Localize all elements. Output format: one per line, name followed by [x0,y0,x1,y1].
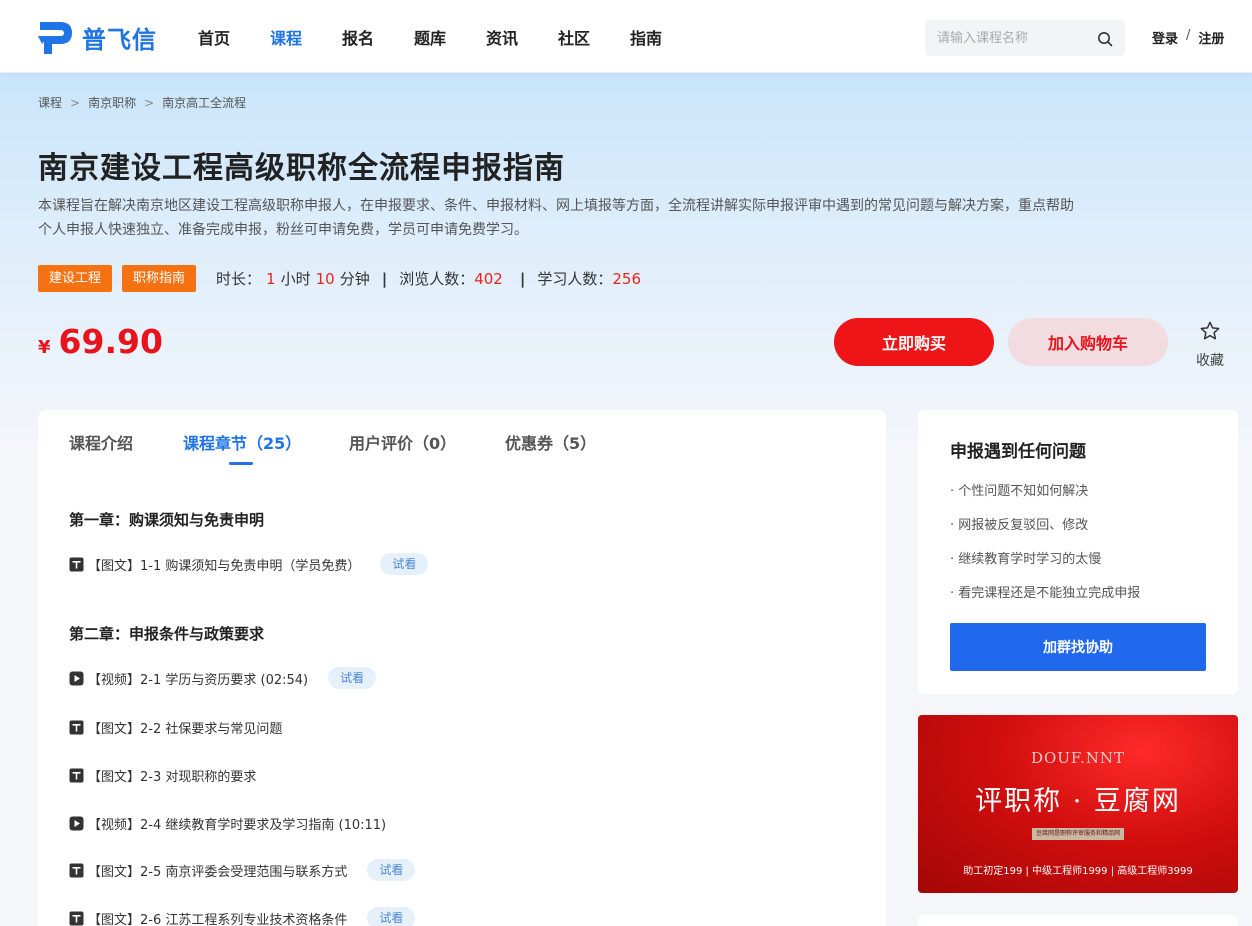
document-icon [69,768,84,783]
lesson-title: 【视频】2-4 继续教育学时要求及学习指南 (10:11) [88,818,387,833]
learners-label: 学习人数： [537,270,613,288]
promo-banner[interactable]: DOUF.NNT 评职称 · 豆腐网 豆腐网是职称评审服务和精品网 助工初定19… [918,715,1238,893]
duration-label: 时长： [216,270,262,288]
login-link[interactable]: 登录 [1152,28,1178,47]
course-description: 本课程旨在解决南京地区建设工程高级职称申报人，在申报要求、条件、申报材料、网上填… [38,198,1074,238]
currency-symbol: ¥ [38,337,51,358]
lesson-title: 【图文】1-1 购课须知与免责申明（学员免费） [88,558,361,574]
nav-courses[interactable]: 课程 [250,25,322,49]
stat-divider: | [381,269,388,288]
nav-registration[interactable]: 报名 [322,25,394,49]
favorite-button[interactable]: 收藏 [1188,320,1232,370]
favorite-label: 收藏 [1196,353,1224,369]
course-price: ¥ 69.90 [38,322,163,361]
breadcrumb-chevron-icon: > [144,95,155,110]
lesson-item[interactable]: 【视频】2-1 学历与资历要求 (02:54) 试看 [69,667,377,689]
tag-construction[interactable]: 建设工程 [38,265,113,292]
views-count: 402 [474,269,503,288]
join-group-button[interactable]: 加群找协助 [950,623,1206,671]
banner-subtitle: 豆腐网是职称评审服务和精品网 [1032,828,1124,840]
duration-hours: 1 [266,269,276,288]
help-item: · 继续教育学时学习的太慢 [950,552,1102,567]
top-navigation-bar: 普飞信 首页 课程 报名 题库 资讯 社区 指南 登录 / 注册 [0,0,1252,73]
help-card-title: 申报遇到任何问题 [950,442,1086,462]
tag-title-guide[interactable]: 职称指南 [122,265,197,292]
breadcrumb: 课程 > 南京职称 > 南京高工全流程 [38,94,246,111]
lesson-title: 【图文】2-5 南京评委会受理范围与联系方式 [88,864,348,880]
tab-chapters[interactable]: 课程章节（25） [183,430,349,466]
lesson-item[interactable]: 【图文】2-6 江苏工程系列专业技术资格条件 试看 [69,907,416,926]
buy-now-button[interactable]: 立即购买 [834,318,994,366]
course-content-card: 课程介绍 课程章节（25） 用户评价（0） 优惠券（5） 第一章：购课须知与免责… [38,410,886,926]
trial-badge[interactable]: 试看 [328,667,377,689]
learners-count: 256 [612,269,641,288]
help-item: · 网报被反复驳回、修改 [950,518,1089,533]
auth-links: 登录 / 注册 [1152,28,1224,47]
banner-title: 评职称 · 豆腐网 [975,786,1181,817]
brand-logo[interactable]: 普飞信 [38,18,157,56]
tab-reviews[interactable]: 用户评价（0） [349,430,505,466]
document-icon [69,557,84,571]
search-icon[interactable] [1097,31,1113,47]
document-icon [69,863,84,877]
brand-name: 普飞信 [82,25,157,54]
register-link[interactable]: 注册 [1198,28,1224,47]
lesson-item[interactable]: 【图文】2-5 南京评委会受理范围与联系方式 试看 [69,859,416,881]
add-to-cart-button[interactable]: 加入购物车 [1008,318,1168,366]
lesson-title: 【视频】2-1 学历与资历要求 (02:54) [88,672,309,688]
lesson-item[interactable]: 【图文】2-3 对现职称的要求 [69,766,256,785]
tab-coupons[interactable]: 优惠券（5） [505,430,596,466]
price-value: 69.90 [58,322,163,361]
main-nav: 首页 课程 报名 题库 资讯 社区 指南 [178,0,682,73]
duration-minutes: 10 [315,269,335,288]
breadcrumb-current: 南京高工全流程 [162,96,247,110]
lesson-item[interactable]: 【视频】2-4 继续教育学时要求及学习指南 (10:11) [69,814,386,833]
search-box [925,20,1125,56]
trial-badge[interactable]: 试看 [380,553,429,575]
breadcrumb-nanjing-title[interactable]: 南京职称 [88,94,136,111]
lesson-item[interactable]: 【图文】1-1 购课须知与免责申明（学员免费） 试看 [69,553,429,575]
logo-icon [38,22,72,54]
banner-english-title: DOUF.NNT [1030,749,1126,767]
sidebar-next-card [918,915,1238,926]
lesson-item[interactable]: 【图文】2-2 社保要求与常见问题 [69,718,282,737]
lesson-title: 【图文】2-3 对现职称的要求 [88,770,257,785]
breadcrumb-chevron-icon: > [70,95,81,110]
minutes-unit: 分钟 [339,270,370,288]
chapter-title: 第二章：申报条件与政策要求 [69,625,265,643]
trial-badge[interactable]: 试看 [367,907,416,926]
breadcrumb-courses[interactable]: 课程 [38,94,62,111]
nav-question-bank[interactable]: 题库 [394,25,466,49]
video-play-icon [69,671,84,685]
nav-community[interactable]: 社区 [538,25,610,49]
auth-separator: / [1186,28,1191,43]
course-hero-background [0,73,1252,453]
help-item: · 看完课程还是不能独立完成申报 [950,586,1141,601]
nav-guide[interactable]: 指南 [610,25,682,49]
document-icon [69,911,84,925]
nav-home[interactable]: 首页 [178,25,250,49]
banner-prices: 助工初定199 | 中级工程师1999 | 高级工程师3999 [963,866,1193,877]
search-input[interactable] [925,20,1090,56]
tab-introduction[interactable]: 课程介绍 [69,430,183,466]
course-title: 南京建设工程高级职称全流程申报指南 [38,151,565,186]
lesson-title: 【图文】2-6 江苏工程系列专业技术资格条件 [88,912,348,926]
views-label: 浏览人数： [399,270,475,288]
stat-divider: | [519,269,526,288]
video-play-icon [69,816,84,831]
hours-unit: 小时 [280,270,311,288]
course-tabs: 课程介绍 课程章节（25） 用户评价（0） 优惠券（5） [69,430,596,466]
chapter-title: 第一章：购课须知与免责申明 [69,511,265,529]
help-item: · 个性问题不知如何解决 [950,484,1089,499]
lesson-title: 【图文】2-2 社保要求与常见问题 [88,722,283,737]
course-stats: 时长： 1 小时 10 分钟 | 浏览人数： 402 | 学习人数： 256 [216,268,646,289]
help-card: 申报遇到任何问题 · 个性问题不知如何解决 · 网报被反复驳回、修改 · 继续教… [918,410,1238,694]
star-icon [1200,321,1220,340]
course-tags-row: 建设工程 职称指南 时长： 1 小时 10 分钟 | 浏览人数： 402 | 学… [38,265,646,292]
trial-badge[interactable]: 试看 [367,859,416,881]
nav-news[interactable]: 资讯 [466,25,538,49]
document-icon [69,720,84,735]
